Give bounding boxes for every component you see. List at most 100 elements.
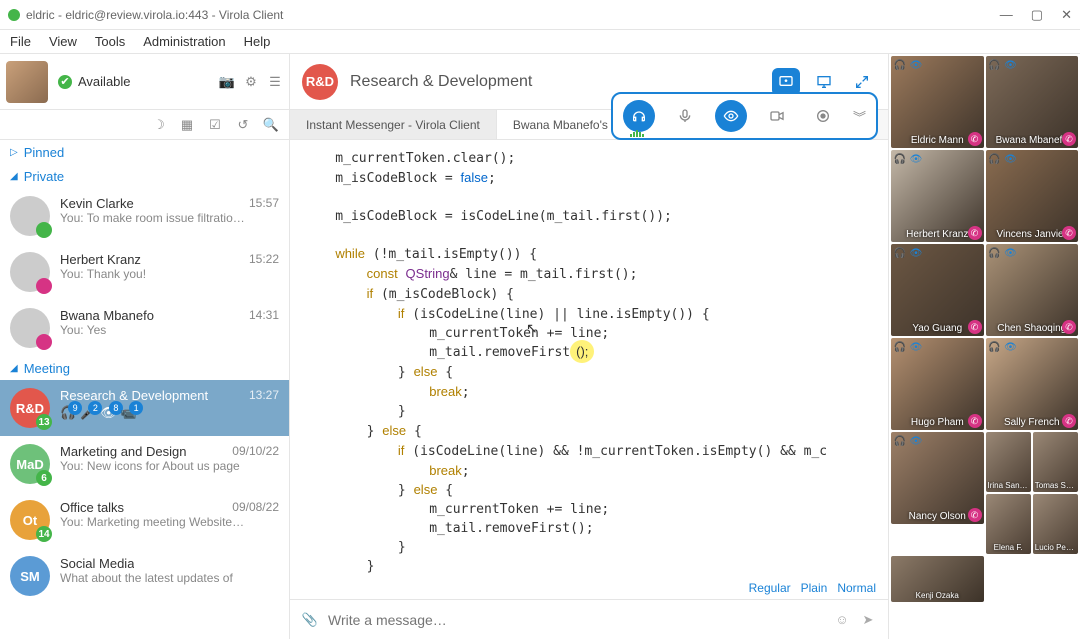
room-preview: What about the latest updates of bbox=[60, 571, 279, 585]
conversation-item[interactable]: Herbert Kranz15:22 You: Thank you! bbox=[0, 244, 289, 300]
headset-icon: 🎧 bbox=[988, 58, 1002, 72]
call-indicators: 🎧9🎤2👁8📹1 bbox=[60, 405, 279, 421]
search-icon[interactable]: 🔍 bbox=[263, 117, 279, 133]
sidebar: ✔ Available 📷 ⚙ ☰ ☽ ▦ ☑ ↺ 🔍 ▷ Pinned ◢ P… bbox=[0, 54, 290, 639]
moon-icon[interactable]: ☽ bbox=[151, 117, 167, 133]
fmt-regular[interactable]: Regular bbox=[749, 581, 791, 595]
participant-name: Elena F. bbox=[986, 543, 1031, 552]
participant-tile[interactable]: 🎧👁 Sally French ✆ bbox=[986, 338, 1079, 430]
send-icon[interactable]: ➤ bbox=[860, 612, 876, 628]
participant-tile[interactable]: 🎧👁 Nancy Olson ✆ bbox=[891, 432, 984, 524]
room-time: 09/08/22 bbox=[232, 500, 279, 515]
participant-tile-small[interactable]: Irina Sannikova bbox=[986, 432, 1031, 492]
menu-file[interactable]: File bbox=[10, 34, 31, 49]
indicator-icon: 👁8 bbox=[100, 405, 117, 421]
room-preview: You: New icons for About us page bbox=[60, 459, 279, 473]
profile-block: ✔ Available 📷 ⚙ ☰ bbox=[0, 54, 289, 110]
conv-name: Kevin Clarke bbox=[60, 196, 134, 211]
eye-icon: 👁 bbox=[909, 58, 923, 72]
video-button[interactable] bbox=[761, 100, 793, 132]
main-pane: R&D Research & Development Instant Messe… bbox=[290, 54, 888, 639]
conversation-item[interactable]: Kevin Clarke15:57 You: To make room issu… bbox=[0, 188, 289, 244]
view-button[interactable] bbox=[715, 100, 747, 132]
tasks-icon[interactable]: ☑ bbox=[207, 117, 223, 133]
participant-tile-small[interactable]: Elena F. bbox=[986, 494, 1031, 554]
room-avatar: R&D13 bbox=[10, 388, 50, 428]
section-pinned[interactable]: ▷ Pinned bbox=[0, 140, 289, 164]
indicator-icon: 🎤2 bbox=[80, 405, 96, 421]
mic-button[interactable] bbox=[669, 100, 701, 132]
menubar: File View Tools Administration Help bbox=[0, 30, 1080, 54]
eye-icon: 👁 bbox=[909, 434, 923, 448]
app-status-dot bbox=[8, 9, 20, 21]
settings-icon[interactable]: ⚙ bbox=[243, 74, 259, 90]
titlebar: eldric - eldric@review.virola.io:443 - V… bbox=[0, 0, 1080, 30]
maximize-button[interactable]: ▢ bbox=[1031, 7, 1043, 23]
presence-badge bbox=[36, 278, 52, 294]
tab[interactable]: Instant Messenger - Virola Client bbox=[290, 110, 497, 139]
self-avatar[interactable] bbox=[6, 61, 48, 103]
record-button[interactable] bbox=[807, 100, 839, 132]
room-time: 13:27 bbox=[249, 388, 279, 403]
section-meeting[interactable]: ◢ Meeting bbox=[0, 356, 289, 380]
menu-administration[interactable]: Administration bbox=[143, 34, 225, 49]
participant-tile-small[interactable]: Tomas Savala bbox=[1033, 432, 1078, 492]
status[interactable]: ✔ Available bbox=[56, 73, 131, 91]
fmt-plain[interactable]: Plain bbox=[801, 581, 828, 595]
status-pip-icon: ✆ bbox=[968, 508, 982, 522]
status-pip-icon: ✆ bbox=[1062, 320, 1076, 334]
status-pip-icon: ✆ bbox=[968, 414, 982, 428]
participant-tile-small[interactable]: Kenji Ozaka bbox=[891, 556, 984, 602]
room-name: Office talks bbox=[60, 500, 124, 515]
conv-name: Herbert Kranz bbox=[60, 252, 141, 267]
meeting-item[interactable]: Ot14 Office talks09/08/22You: Marketing … bbox=[0, 492, 289, 548]
room-name: Marketing and Design bbox=[60, 444, 186, 459]
participant-tile[interactable]: 🎧👁 Vincens Janvier ✆ bbox=[986, 150, 1079, 242]
menu-tools[interactable]: Tools bbox=[95, 34, 125, 49]
headset-icon: 🎧 bbox=[893, 58, 907, 72]
section-private[interactable]: ◢ Private bbox=[0, 164, 289, 188]
tile-overlay: 🎧👁 bbox=[988, 340, 1018, 354]
participant-tile[interactable]: 🎧👁 Hugo Pham ✆ bbox=[891, 338, 984, 430]
audio-button[interactable] bbox=[623, 100, 655, 132]
camera-icon[interactable]: 📷 bbox=[219, 74, 235, 90]
menu-view[interactable]: View bbox=[49, 34, 77, 49]
participant-tile-small[interactable]: Lucio Perea bbox=[1033, 494, 1078, 554]
meeting-item[interactable]: R&D13 Research & Development13:27🎧9🎤2👁8📹… bbox=[0, 380, 289, 436]
eye-icon: 👁 bbox=[909, 152, 923, 166]
menu-icon[interactable]: ☰ bbox=[267, 74, 283, 90]
participant-tile[interactable]: 🎧👁 Eldric Mann ✆ bbox=[891, 56, 984, 148]
tile-overlay: 🎧👁 bbox=[893, 58, 923, 72]
presence-badge bbox=[36, 222, 52, 238]
meeting-item[interactable]: MaD6 Marketing and Design09/10/22You: Ne… bbox=[0, 436, 289, 492]
room-avatar: R&D bbox=[302, 64, 338, 100]
participant-name: Lucio Perea bbox=[1033, 543, 1078, 552]
tile-overlay: 🎧👁 bbox=[893, 434, 923, 448]
minimize-button[interactable]: — bbox=[1000, 7, 1013, 23]
menu-help[interactable]: Help bbox=[244, 34, 271, 49]
conv-name: Bwana Mbanefo bbox=[60, 308, 154, 323]
tile-overlay: 🎧👁 bbox=[988, 246, 1018, 260]
conv-preview: You: To make room issue filtratio… bbox=[60, 211, 279, 225]
eye-icon: 👁 bbox=[1004, 58, 1018, 72]
participant-tile[interactable]: 🎧👁 Chen Shaoqing ✆ bbox=[986, 244, 1079, 336]
participant-tile[interactable]: 🎧👁 Yao Guang ✆ bbox=[891, 244, 984, 336]
room-avatar: MaD6 bbox=[10, 444, 50, 484]
room-title: Research & Development bbox=[350, 73, 760, 91]
participant-tile[interactable]: 🎧👁 Herbert Kranz ✆ bbox=[891, 150, 984, 242]
attach-icon[interactable]: 📎 bbox=[302, 612, 318, 628]
history-icon[interactable]: ↺ bbox=[235, 117, 251, 133]
fmt-normal[interactable]: Normal bbox=[837, 581, 876, 595]
chevron-down-icon[interactable]: ︾ bbox=[853, 107, 866, 126]
meeting-item[interactable]: SM Social MediaWhat about the latest upd… bbox=[0, 548, 289, 604]
participant-tile[interactable]: 🎧👁 Bwana Mbanefo ✆ bbox=[986, 56, 1079, 148]
emoji-icon[interactable]: ☺ bbox=[834, 612, 850, 628]
status-pip-icon: ✆ bbox=[1062, 414, 1076, 428]
headset-icon: 🎧 bbox=[893, 246, 907, 260]
message-input[interactable] bbox=[328, 612, 824, 628]
tile-overlay: 🎧👁 bbox=[988, 152, 1018, 166]
headset-icon: 🎧 bbox=[893, 434, 907, 448]
close-button[interactable]: ✕ bbox=[1061, 7, 1072, 23]
conversation-item[interactable]: Bwana Mbanefo14:31 You: Yes bbox=[0, 300, 289, 356]
calendar-icon[interactable]: ▦ bbox=[179, 117, 195, 133]
